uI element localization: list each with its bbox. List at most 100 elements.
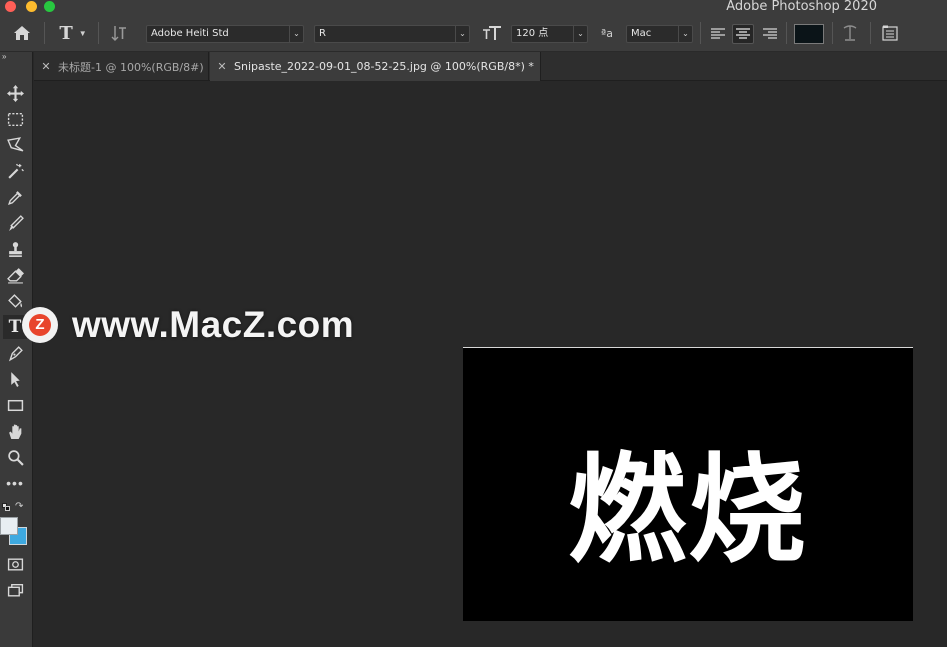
move-tool-button[interactable] <box>3 81 27 105</box>
quick-mask-icon <box>7 557 23 571</box>
magic-wand-icon <box>7 163 24 179</box>
separator <box>832 22 833 44</box>
watermark-logo: Z <box>22 307 58 343</box>
paint-bucket-icon <box>7 293 22 308</box>
clone-stamp-tool-button[interactable] <box>3 237 27 261</box>
font-size-value: 120 点 <box>516 28 549 39</box>
horizontal-type-tool-icon: T <box>59 22 73 44</box>
font-family-value: Adobe Heiti Std <box>151 28 229 39</box>
rectangular-marquee-icon <box>7 112 23 126</box>
rectangle-icon <box>7 399 23 411</box>
align-left-icon <box>711 28 725 39</box>
path-selection-icon <box>10 371 20 387</box>
anti-alias-icon: ªa <box>601 26 613 40</box>
rectangle-tool-button[interactable] <box>3 393 27 417</box>
magic-wand-tool-button[interactable] <box>3 159 27 183</box>
more-tools-button[interactable]: ••• <box>3 471 27 495</box>
brush-tool-button[interactable] <box>3 211 27 235</box>
app-title: Adobe Photoshop 2020 <box>726 0 877 14</box>
toggle-text-orientation-button[interactable] <box>106 14 132 52</box>
quick-mask-button[interactable] <box>3 552 27 576</box>
canvas-text-layer[interactable]: 燃烧 <box>463 448 913 572</box>
close-icon[interactable]: ✕ <box>216 60 228 73</box>
warp-text-icon <box>843 25 857 41</box>
character-paragraph-panels-icon <box>882 25 898 41</box>
clone-stamp-icon <box>8 241 22 257</box>
align-center-icon <box>736 28 750 39</box>
chevron-down-icon: ▼ <box>78 28 87 38</box>
move-icon <box>6 84 24 102</box>
align-right-icon <box>763 28 777 39</box>
eraser-tool-button[interactable] <box>3 263 27 287</box>
font-size-label <box>480 14 504 52</box>
tool-preset-picker[interactable]: T ▼ <box>54 14 92 52</box>
marquee-tool-button[interactable] <box>3 107 27 131</box>
pen-icon <box>8 345 23 361</box>
character-panels-button[interactable] <box>878 14 902 52</box>
default-colors-icon-back <box>5 506 10 511</box>
font-family-select[interactable]: Adobe Heiti Std ⌄ <box>146 25 304 43</box>
document-canvas[interactable]: 燃烧 <box>463 347 913 621</box>
home-button[interactable] <box>8 14 36 52</box>
zoom-tool-button[interactable] <box>3 445 27 469</box>
horizontal-type-icon: T <box>8 317 22 337</box>
eyedropper-tool-button[interactable] <box>3 185 27 209</box>
close-window-button[interactable] <box>5 1 16 12</box>
eyedropper-icon <box>7 190 22 205</box>
watermark-logo-letter: Z <box>29 314 51 336</box>
document-tab[interactable]: ✕ 未标题-1 @ 100%(RGB/8#) <box>34 52 209 81</box>
close-icon[interactable]: ✕ <box>40 60 52 73</box>
tab-title: 未标题-1 @ 100%(RGB/8#) <box>58 60 204 74</box>
separator <box>786 22 787 44</box>
anti-alias-label: ªa <box>596 14 618 52</box>
canvas-workspace[interactable]: 燃烧 <box>34 81 947 647</box>
text-orientation-icon <box>111 26 126 41</box>
brush-icon <box>8 214 24 231</box>
hand-tool-button[interactable] <box>3 419 27 443</box>
chevron-down-icon: ⌄ <box>678 26 692 42</box>
separator <box>700 22 701 44</box>
tab-title: Snipaste_2022-09-01_08-52-25.jpg @ 100%(… <box>234 60 534 73</box>
screen-mode-button[interactable] <box>3 578 27 602</box>
swap-colors-button[interactable]: ↷ <box>15 501 27 513</box>
text-color-swatch[interactable] <box>794 24 824 44</box>
font-size-select[interactable]: 120 点 ⌄ <box>511 25 588 43</box>
foreground-color-swatch[interactable] <box>0 517 18 535</box>
tools-panel: » T ••• ↷ <box>0 52 33 647</box>
default-colors-button[interactable] <box>2 503 10 511</box>
document-tabs: ✕ 未标题-1 @ 100%(RGB/8#) ✕ Snipaste_2022-0… <box>34 52 947 81</box>
align-center-button[interactable] <box>732 24 754 44</box>
screen-mode-icon <box>7 583 23 597</box>
title-bar: Adobe Photoshop 2020 <box>0 0 947 14</box>
chevron-down-icon: ⌄ <box>289 26 303 42</box>
zoom-icon <box>7 449 24 466</box>
align-right-button[interactable] <box>759 24 781 44</box>
warp-text-button[interactable] <box>838 14 862 52</box>
font-style-value: R <box>319 28 326 39</box>
font-style-select[interactable]: R ⌄ <box>314 25 470 43</box>
options-bar: T ▼ Adobe Heiti Std ⌄ R ⌄ 120 点 ⌄ ªa Mac… <box>0 14 947 52</box>
separator <box>98 22 99 44</box>
eraser-icon <box>6 267 24 283</box>
hand-icon <box>8 424 21 439</box>
anti-alias-select[interactable]: Mac ⌄ <box>626 25 693 43</box>
watermark-text: www.MacZ.com <box>72 304 355 345</box>
path-selection-tool-button[interactable] <box>3 367 27 391</box>
lasso-tool-button[interactable] <box>3 133 27 157</box>
collapse-panel-button[interactable]: » <box>0 52 33 62</box>
document-tab-active[interactable]: ✕ Snipaste_2022-09-01_08-52-25.jpg @ 100… <box>210 52 541 81</box>
swap-arrows-icon: ↷ <box>15 501 24 512</box>
separator <box>44 22 45 44</box>
anti-alias-value: Mac <box>631 28 652 39</box>
ellipsis-icon: ••• <box>6 475 24 491</box>
polygonal-lasso-icon <box>6 136 23 151</box>
zoom-window-button[interactable] <box>44 1 55 12</box>
align-left-button[interactable] <box>707 24 729 44</box>
chevron-down-icon: ⌄ <box>455 26 469 42</box>
font-size-icon <box>483 26 501 40</box>
minimize-window-button[interactable] <box>26 1 37 12</box>
home-icon <box>14 26 30 40</box>
watermark: Z www.MacZ.com <box>22 304 355 345</box>
separator <box>870 22 871 44</box>
chevron-down-icon: ⌄ <box>573 26 587 42</box>
